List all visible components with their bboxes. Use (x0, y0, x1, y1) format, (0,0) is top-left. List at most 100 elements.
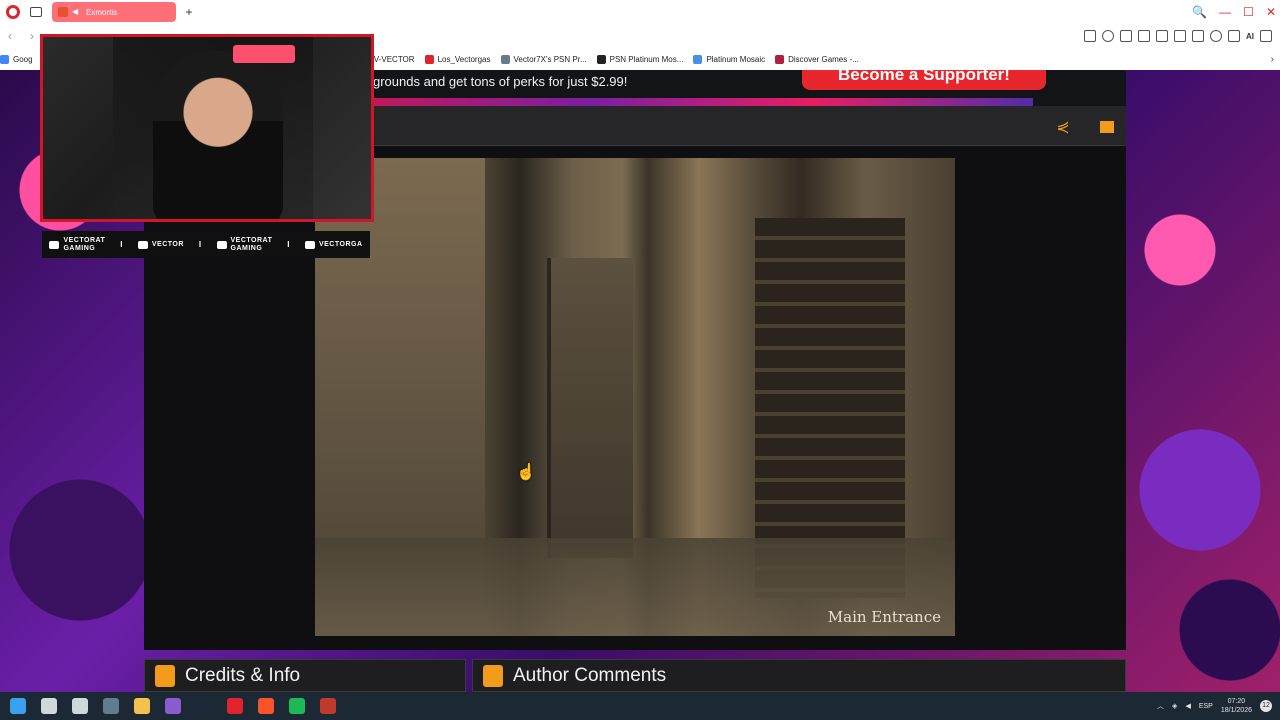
social-separator: I (287, 240, 291, 249)
share-icon[interactable]: ⋞ (1050, 114, 1076, 140)
document-icon (483, 664, 503, 687)
author-comments-section-header[interactable]: Author Comments (472, 659, 1126, 692)
taskbar-task-view-icon[interactable] (72, 698, 88, 714)
hand-cursor-icon: ☝ (516, 464, 536, 481)
become-supporter-button[interactable]: Become a Supporter! (802, 70, 1046, 90)
fullscreen-icon[interactable] (1094, 114, 1120, 140)
bookmark-favicon-icon (500, 54, 510, 64)
new-tab-button[interactable]: + (182, 5, 196, 19)
menu-icon[interactable] (1260, 30, 1272, 42)
social-handle-text: VECTORAT GAMING (231, 237, 273, 253)
twitter-icon (216, 240, 227, 249)
language-indicator[interactable]: ESP (1199, 703, 1213, 710)
translate-icon[interactable] (1174, 30, 1186, 42)
bookmark-item[interactable]: Discover Games -... (775, 54, 859, 64)
clock[interactable]: 07:20 18/1/2026 (1221, 697, 1252, 715)
taskbar-app-1-icon[interactable] (103, 698, 119, 714)
social-handle-line1: VECTOR (151, 240, 184, 248)
social-handle-line1: VECTORAT (230, 236, 273, 244)
bookmark-favicon-icon (0, 54, 9, 64)
bookmark-item[interactable]: PSN Platinum Mos... (596, 54, 684, 64)
volume-icon[interactable]: ◀ (1185, 702, 1190, 710)
bookmark-label: Platinum Mosaic (706, 54, 766, 64)
maximize-button[interactable]: ☐ (1243, 5, 1254, 19)
twitch-icon (137, 240, 148, 249)
browser-tab-bar: ◀ Exmortis + 🔍 — ☐ ✕ (0, 0, 1280, 24)
tab-exmortis[interactable]: ◀ Exmortis (52, 2, 176, 22)
social-handle: VECTORAT GAMING (49, 237, 105, 253)
location-label: Main Entrance (827, 608, 941, 626)
snapshot-icon[interactable] (1120, 30, 1132, 42)
tab-islands-icon[interactable] (30, 7, 42, 17)
taskbar-steam-icon[interactable] (196, 698, 212, 714)
social-handles-bar: VECTORAT GAMING I VECTOR I VECTORAT GAMING I VEC… (42, 231, 370, 258)
bookmark-label: Discover Games -... (788, 54, 859, 64)
clock-time: 07:20 (1227, 698, 1246, 705)
window-controls: 🔍 — ☐ ✕ (1192, 0, 1276, 24)
webcam-sticker (233, 45, 295, 63)
social-handle-line2: GAMING (63, 244, 96, 252)
social-handle-text: VECTOR (152, 241, 184, 249)
tab-favicon-icon (58, 7, 68, 17)
back-button[interactable]: ‹ (8, 29, 22, 43)
sidebar-icon[interactable] (1084, 30, 1096, 42)
taskbar-brave-icon[interactable] (258, 698, 274, 714)
heart-icon[interactable] (1210, 30, 1222, 42)
taskbar-explorer-icon[interactable] (134, 698, 150, 714)
hallway-door (547, 258, 633, 558)
search-tabs-icon[interactable]: 🔍 (1192, 5, 1207, 19)
tab-title: Exmortis (86, 7, 118, 17)
extension-icon[interactable] (1138, 30, 1150, 42)
bookmark-item[interactable]: Goog (0, 54, 33, 64)
banner-art-strip (373, 98, 1033, 106)
minimize-button[interactable]: — (1219, 5, 1231, 19)
bookmark-label: Vector7X's PSN Pr... (513, 54, 587, 64)
social-handle-text: VECTORGA (319, 241, 363, 249)
taskbar-search-icon[interactable] (41, 698, 57, 714)
social-handle: VECTORAT GAMING (216, 237, 273, 253)
social-handle: VECTOR (137, 240, 184, 249)
speaker-icon[interactable]: ◀ (72, 7, 82, 17)
bookmark-item[interactable]: Platinum Mosaic (693, 54, 766, 64)
download-icon[interactable] (1228, 30, 1240, 42)
taskbar-app-2-icon[interactable] (165, 698, 181, 714)
comments-label: Author Comments (513, 664, 667, 686)
zoom-icon[interactable] (1102, 30, 1114, 42)
bookmark-item[interactable]: Los_Vectorgas (424, 54, 491, 64)
taskbar-start-icon[interactable] (10, 698, 26, 714)
social-handle-line2: GAMING (230, 244, 263, 252)
social-handle-line1: VECTORAT (63, 236, 106, 244)
bookmark-label: PSN Platinum Mos... (609, 54, 684, 64)
youtube-icon (49, 240, 60, 249)
social-handle-line1: VECTORGA (318, 240, 363, 248)
taskbar-app-3-icon[interactable] (320, 698, 336, 714)
tray-chevron-icon[interactable]: ︿ (1157, 701, 1164, 711)
social-separator: I (120, 240, 123, 249)
system-tray: ︿ ◈ ◀ ESP 07:20 18/1/2026 12 (1157, 692, 1272, 720)
credits-section-header[interactable]: Credits & Info (144, 659, 466, 692)
bookmark-favicon-icon (596, 54, 606, 64)
social-separator: I (198, 240, 202, 249)
social-handle-text: VECTORAT GAMING (63, 237, 105, 253)
opera-logo-icon[interactable] (6, 5, 20, 19)
bookmark-label: Goog (13, 54, 33, 64)
taskbar-apps (0, 698, 341, 714)
close-button[interactable]: ✕ (1266, 5, 1276, 19)
taskbar-spotify-icon[interactable] (289, 698, 305, 714)
instagram-icon (304, 240, 315, 249)
bookmarks-more-icon[interactable]: › (1271, 54, 1274, 65)
bookmark-favicon-icon (775, 54, 785, 64)
ai-button[interactable]: AI (1246, 32, 1254, 41)
banner-text: grounds and get tons of perks for just $… (373, 74, 628, 89)
streamer (153, 51, 283, 219)
webcam-overlay (40, 34, 374, 222)
shield-icon[interactable] (1156, 30, 1168, 42)
bookmark-item[interactable]: Vector7X's PSN Pr... (500, 54, 587, 64)
notification-badge[interactable]: 12 (1260, 700, 1272, 712)
taskbar-opera-icon[interactable] (227, 698, 243, 714)
network-icon[interactable]: ◈ (1172, 702, 1177, 710)
game-viewport[interactable]: Main Entrance (315, 158, 955, 636)
windows-taskbar: ︿ ◈ ◀ ESP 07:20 18/1/2026 12 (0, 692, 1280, 720)
play-icon[interactable] (1192, 30, 1204, 42)
credits-label: Credits & Info (185, 664, 301, 686)
